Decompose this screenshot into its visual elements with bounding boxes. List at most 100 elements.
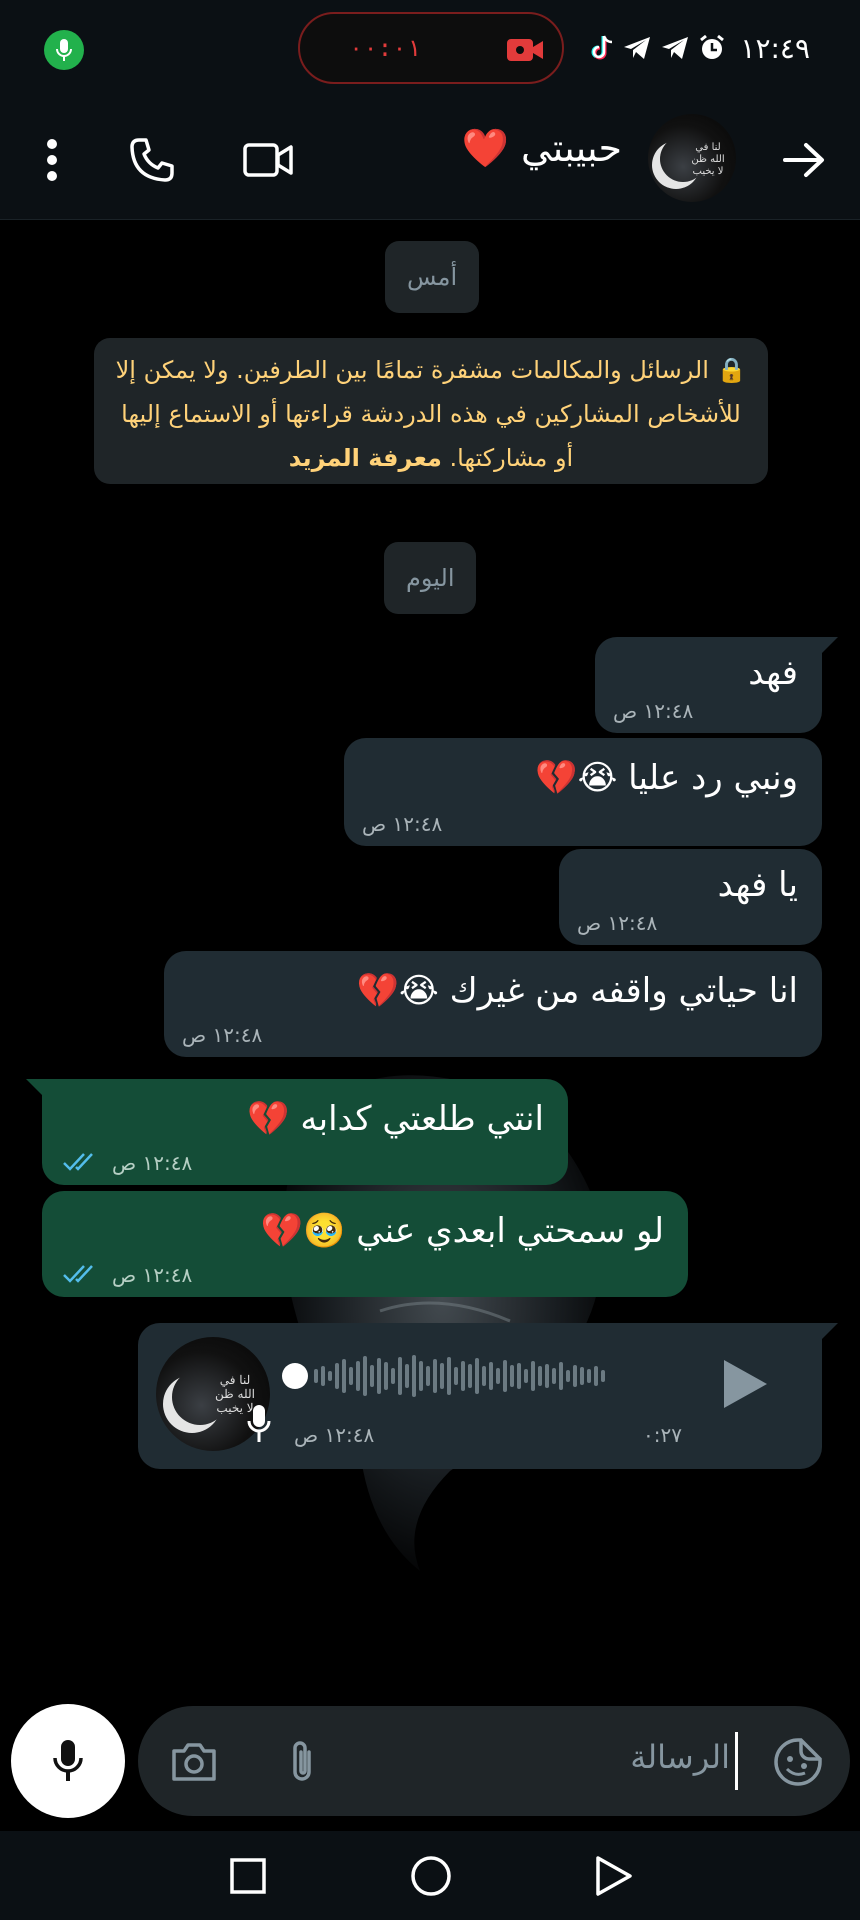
sticker-button[interactable]: [770, 1734, 826, 1790]
mic-active-indicator: [44, 30, 84, 70]
voice-duration: ٠:٢٧: [643, 1423, 682, 1447]
waveform-bar: [503, 1360, 507, 1392]
voice-waveform[interactable]: [314, 1353, 694, 1399]
waveform-bar: [433, 1359, 437, 1393]
back-nav-button[interactable]: [590, 1853, 636, 1899]
avatar-calligraphy: لنا في الله ظن لا يخيب: [691, 142, 725, 177]
waveform-bar: [510, 1365, 514, 1387]
waveform-bar: [391, 1368, 395, 1384]
waveform-bar: [587, 1369, 591, 1383]
phone-icon: [130, 138, 174, 182]
waveform-bar: [419, 1361, 423, 1391]
message-input[interactable]: الرسالة: [138, 1706, 850, 1816]
camera-button[interactable]: [166, 1734, 222, 1790]
bubble-tail: [26, 1079, 44, 1097]
waveform-bar: [349, 1367, 353, 1385]
message-bubble[interactable]: ونبي رد عليا 😭💔 ١٢:٤٨ ص: [344, 738, 822, 846]
waveform-bar: [335, 1363, 339, 1389]
waveform-bar: [538, 1366, 542, 1386]
recents-icon: [230, 1858, 266, 1894]
home-button[interactable]: [408, 1853, 454, 1899]
waveform-bar: [440, 1363, 444, 1389]
waveform-bar: [482, 1366, 486, 1386]
waveform-bar: [524, 1369, 528, 1383]
message-placeholder: الرسالة: [630, 1738, 730, 1776]
attach-button[interactable]: [274, 1734, 330, 1790]
waveform-bar: [314, 1369, 318, 1383]
voice-record-button[interactable]: [11, 1704, 125, 1818]
waveform-bar: [573, 1365, 577, 1387]
sticker-icon: [774, 1738, 822, 1786]
waveform-bar: [356, 1361, 360, 1391]
message-text: ونبي رد عليا 😭💔: [535, 758, 798, 798]
video-record-icon: [507, 39, 543, 61]
waveform-bar: [566, 1370, 570, 1382]
waveform-bar: [398, 1357, 402, 1395]
waveform-bar: [321, 1366, 325, 1386]
waveform-bar: [328, 1371, 332, 1381]
more-vert-icon: [47, 139, 57, 181]
waveform-bar: [580, 1367, 584, 1385]
playback-scrubber[interactable]: [282, 1363, 308, 1389]
waveform-bar: [447, 1357, 451, 1395]
message-bubble-sent[interactable]: انتي طلعتي كدابه 💔 ١٢:٤٨ ص: [26, 1079, 568, 1185]
clock: ١٢:٤٩: [740, 31, 810, 65]
waveform-bar: [559, 1362, 563, 1390]
message-time: ١٢:٤٨ ص: [112, 1263, 193, 1287]
message-time: ١٢:٤٨ ص: [362, 812, 443, 836]
waveform-bar: [342, 1359, 346, 1393]
home-icon: [411, 1856, 451, 1896]
waveform-bar: [426, 1366, 430, 1386]
message-bubble-sent[interactable]: لو سمحتي ابعدي عني 🥹💔 ١٢:٤٨ ص: [42, 1191, 688, 1297]
video-call-button[interactable]: [238, 130, 298, 190]
waveform-bar: [475, 1358, 479, 1394]
waveform-bar: [454, 1367, 458, 1385]
back-button[interactable]: [774, 130, 834, 190]
waveform-bar: [363, 1356, 367, 1396]
telegram-icon: [624, 37, 651, 59]
more-options-button[interactable]: [22, 130, 82, 190]
camera-icon: [172, 1743, 216, 1781]
message-text: لو سمحتي ابعدي عني 🥹💔: [260, 1211, 664, 1251]
waveform-bar: [517, 1363, 521, 1389]
video-call-icon: [243, 143, 293, 177]
tiktok-icon: [591, 35, 613, 60]
message-bubble[interactable]: فهد ١٢:٤٨ ص: [595, 637, 838, 733]
status-icons: ١٢:٤٩: [590, 28, 810, 68]
voice-call-button[interactable]: [122, 130, 182, 190]
voice-note-bubble[interactable]: لنا في الله ظن لا يخيب ١٢:٤٨ ص ٠:٢٧: [138, 1323, 838, 1469]
bubble-tail: [820, 637, 838, 655]
chat-header: حبيبتي ❤️ لنا في الله ظن لا يخيب: [0, 100, 860, 220]
screen-recording-pill[interactable]: ٠٠:٠١: [298, 12, 564, 84]
waveform-bar: [496, 1368, 500, 1384]
attach-icon: [293, 1741, 311, 1781]
recents-button[interactable]: [225, 1853, 271, 1899]
contact-name[interactable]: حبيبتي ❤️: [462, 126, 622, 171]
waveform-bar: [384, 1362, 388, 1390]
back-icon: [596, 1856, 632, 1896]
message-time: ١٢:٤٨ ص: [182, 1023, 263, 1047]
contact-avatar[interactable]: لنا في الله ظن لا يخيب: [648, 114, 736, 202]
date-chip-yesterday: أمس: [385, 241, 480, 313]
message-bubble[interactable]: يا فهد ١٢:٤٨ ص: [559, 849, 822, 945]
mic-icon: [247, 1405, 271, 1442]
system-nav-bar: [0, 1831, 860, 1920]
waveform-bar: [468, 1364, 472, 1388]
waveform-bar: [594, 1366, 598, 1386]
message-text: انتي طلعتي كدابه 💔: [247, 1099, 544, 1139]
waveform-bar: [412, 1355, 416, 1397]
alarm-icon: [700, 34, 725, 59]
telegram-icon: [662, 37, 689, 59]
waveform-bar: [601, 1370, 605, 1382]
message-bubble[interactable]: انا حياتي واقفه من غيرك 😭💔 ١٢:٤٨ ص: [164, 951, 822, 1057]
encryption-notice[interactable]: 🔒 الرسائل والمكالمات مشفرة تمامًا بين ال…: [94, 338, 768, 484]
learn-more-link[interactable]: معرفة المزيد: [289, 444, 442, 472]
play-icon[interactable]: [720, 1357, 770, 1411]
composer: الرسالة: [0, 1701, 860, 1831]
message-time: ١٢:٤٨ ص: [112, 1151, 193, 1175]
chat-area[interactable]: أمس 🔒 الرسائل والمكالمات مشفرة تمامًا بي…: [0, 221, 860, 1701]
waveform-bar: [531, 1361, 535, 1391]
message-text: فهد: [748, 653, 798, 693]
waveform-bar: [489, 1362, 493, 1390]
bubble-tail: [820, 1323, 838, 1341]
